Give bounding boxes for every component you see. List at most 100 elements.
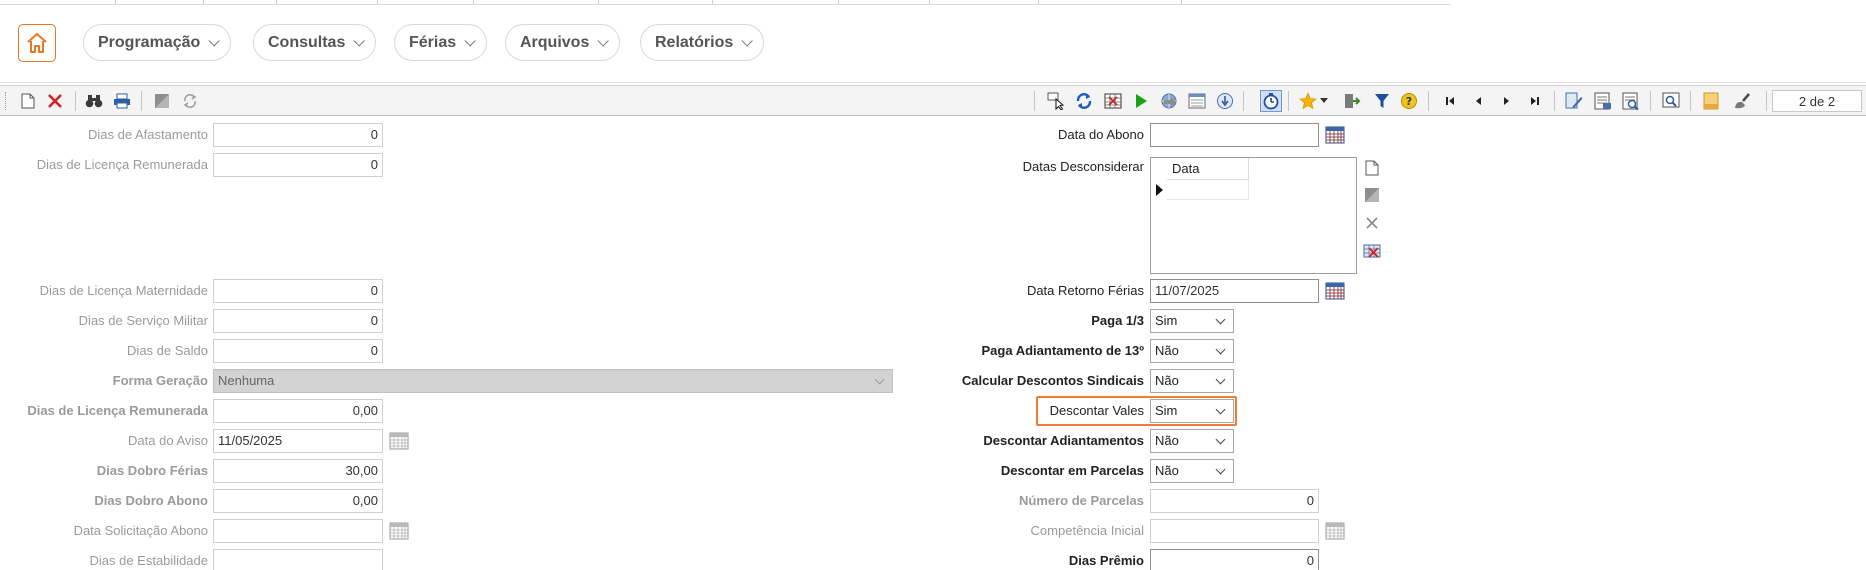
data-solicitacao-abono-calendar-button[interactable] bbox=[389, 522, 409, 540]
datas-desconsiderar-grid[interactable]: Data bbox=[1150, 157, 1357, 274]
report-button[interactable] bbox=[1104, 92, 1122, 110]
sync-button[interactable] bbox=[1075, 92, 1093, 110]
save-button[interactable] bbox=[153, 92, 171, 110]
report-list-button[interactable] bbox=[1594, 92, 1612, 110]
competencia-inicial-field[interactable] bbox=[1150, 519, 1319, 543]
toolbar-separator bbox=[1034, 91, 1035, 111]
data-abono-calendar-button[interactable] bbox=[1325, 126, 1345, 144]
grid-row[interactable] bbox=[1167, 180, 1249, 200]
dias-premio-field[interactable]: 0 bbox=[1150, 549, 1319, 570]
last-record-button[interactable] bbox=[1526, 92, 1544, 110]
web-button[interactable] bbox=[1160, 92, 1178, 110]
menu-consultas[interactable]: Consultas bbox=[253, 24, 377, 61]
main-nav: Programação Consultas Férias Arquivos Re… bbox=[0, 5, 1866, 83]
toolbar-separator bbox=[75, 91, 76, 111]
next-record-button[interactable] bbox=[1498, 92, 1516, 110]
descontar-vales-label: Descontar Vales bbox=[1049, 403, 1144, 418]
grid-column-header[interactable]: Data bbox=[1167, 158, 1249, 180]
dias-licenca-maternidade-field[interactable]: 0 bbox=[213, 279, 383, 303]
toolbar-separator bbox=[141, 91, 142, 111]
toolbar-grip[interactable] bbox=[5, 92, 8, 110]
chevron-down-icon bbox=[353, 34, 366, 47]
last-icon bbox=[1531, 97, 1539, 105]
descontar-vales-select[interactable]: Sim bbox=[1150, 399, 1234, 423]
first-icon bbox=[1446, 97, 1454, 105]
clear-button[interactable] bbox=[1733, 92, 1751, 110]
data-solicitacao-abono-label: Data Solicitação Abono bbox=[73, 523, 208, 538]
descontar-parcelas-select[interactable]: Não bbox=[1150, 459, 1234, 483]
query-button[interactable] bbox=[1047, 92, 1065, 110]
list-window-icon bbox=[1188, 93, 1206, 109]
competencia-inicial-calendar-button[interactable] bbox=[1325, 522, 1345, 540]
dias-saldo-label: Dias de Saldo bbox=[127, 343, 208, 358]
dias-dobro-ferias-field[interactable]: 30,00 bbox=[213, 459, 383, 483]
help-button[interactable]: ? bbox=[1400, 92, 1418, 110]
chevron-down-icon bbox=[1215, 404, 1226, 415]
new-record-button[interactable] bbox=[19, 92, 37, 110]
search-button[interactable] bbox=[85, 92, 103, 110]
paga-adiantamento-13-select[interactable]: Não bbox=[1150, 339, 1234, 363]
preview-button[interactable] bbox=[1622, 92, 1640, 110]
favorites-dropdown[interactable] bbox=[1319, 92, 1329, 110]
menu-relatorios[interactable]: Relatórios bbox=[640, 24, 765, 61]
print-button[interactable] bbox=[113, 92, 131, 110]
numero-parcelas-field[interactable]: 0 bbox=[1150, 489, 1319, 513]
dias-licenca-remunerada-label: Dias de Licença Remunerada bbox=[36, 157, 208, 172]
edit-button[interactable] bbox=[1565, 92, 1583, 110]
chevron-down-icon bbox=[1215, 314, 1226, 325]
data-aviso-calendar-button[interactable] bbox=[389, 432, 409, 450]
data-retorno-ferias-label: Data Retorno Férias bbox=[1026, 283, 1144, 298]
data-abono-field[interactable] bbox=[1150, 123, 1319, 147]
save-icon bbox=[1365, 188, 1379, 202]
menu-programacao[interactable]: Programação bbox=[83, 24, 232, 61]
delete-record-button[interactable] bbox=[46, 92, 64, 110]
grid-new-button[interactable] bbox=[1362, 158, 1382, 178]
chevron-down-icon bbox=[208, 34, 221, 47]
note-button[interactable] bbox=[1702, 92, 1720, 110]
delete-x-icon bbox=[48, 94, 62, 108]
info-button[interactable] bbox=[1216, 92, 1234, 110]
data-aviso-label: Data do Aviso bbox=[128, 433, 208, 448]
menu-relatorios-label: Relatórios bbox=[655, 33, 734, 51]
chevron-down-icon bbox=[464, 34, 476, 47]
data-retorno-ferias-calendar-button[interactable] bbox=[1325, 282, 1345, 300]
calcular-descontos-sindicais-select[interactable]: Não bbox=[1150, 369, 1234, 393]
menu-ferias[interactable]: Férias bbox=[394, 24, 488, 61]
timer-button[interactable] bbox=[1260, 90, 1282, 112]
favorites-button[interactable] bbox=[1299, 92, 1317, 110]
dias-dobro-abono-field[interactable]: 0,00 bbox=[213, 489, 383, 513]
chevron-down-icon bbox=[874, 374, 885, 385]
home-button[interactable] bbox=[18, 24, 56, 62]
paga-um-terco-select[interactable]: Sim bbox=[1150, 309, 1234, 333]
refresh-button[interactable] bbox=[181, 92, 199, 110]
dias-servico-militar-field[interactable]: 0 bbox=[213, 309, 383, 333]
data-solicitacao-abono-field[interactable] bbox=[213, 519, 383, 543]
previous-record-button[interactable] bbox=[1469, 92, 1487, 110]
forma-geracao-select[interactable]: Nenhuma bbox=[213, 369, 893, 393]
data-aviso-field[interactable]: 11/05/2025 bbox=[213, 429, 383, 453]
exit-button[interactable] bbox=[1343, 92, 1361, 110]
delete-table-icon bbox=[1363, 244, 1381, 258]
data-retorno-ferias-field[interactable]: 11/07/2025 bbox=[1150, 279, 1319, 303]
star-icon bbox=[1299, 92, 1317, 110]
new-document-icon bbox=[1365, 160, 1379, 176]
descontar-adiantamentos-select[interactable]: Não bbox=[1150, 429, 1234, 453]
dias-licenca-remunerada-field[interactable]: 0 bbox=[213, 153, 383, 177]
dias-saldo-field[interactable]: 0 bbox=[213, 339, 383, 363]
grid-clear-button[interactable] bbox=[1362, 241, 1382, 261]
filter-button[interactable] bbox=[1373, 92, 1391, 110]
zoom-button[interactable] bbox=[1662, 92, 1680, 110]
sync-icon bbox=[1076, 93, 1092, 109]
dias-licenca-remunerada-2-field[interactable]: 0,00 bbox=[213, 399, 383, 423]
dias-afastamento-field[interactable]: 0 bbox=[213, 123, 383, 147]
menu-ferias-label: Férias bbox=[409, 33, 457, 51]
execute-button[interactable] bbox=[1132, 92, 1150, 110]
menu-arquivos[interactable]: Arquivos bbox=[505, 24, 621, 61]
first-record-button[interactable] bbox=[1441, 92, 1459, 110]
chevron-down-icon bbox=[1215, 374, 1226, 385]
list-button[interactable] bbox=[1188, 92, 1206, 110]
dias-estabilidade-field[interactable] bbox=[213, 549, 383, 570]
grid-save-button[interactable] bbox=[1362, 185, 1382, 205]
descontar-adiantamentos-value: Não bbox=[1155, 433, 1179, 448]
grid-delete-button[interactable] bbox=[1362, 213, 1382, 233]
